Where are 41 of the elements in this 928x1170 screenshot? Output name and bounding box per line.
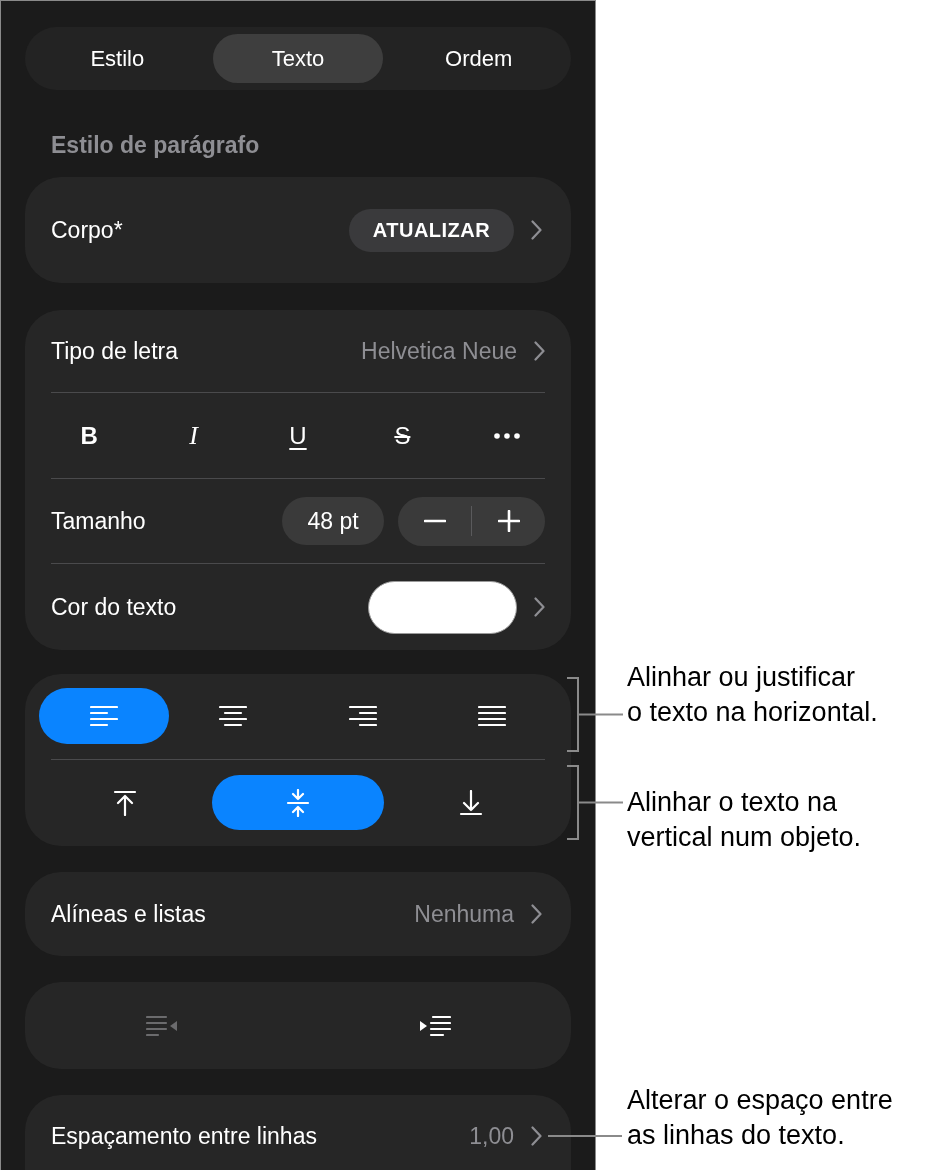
italic-button[interactable]: I [163, 410, 224, 461]
setting-label: Tamanho [51, 506, 146, 536]
size-field[interactable]: 48 pt [282, 497, 384, 545]
strikethrough-button[interactable]: S [372, 410, 433, 461]
color-swatch-icon[interactable] [368, 580, 517, 634]
more-icon [493, 432, 520, 439]
setting-label: Tipo de letra [51, 336, 178, 366]
setting-label: Espaçamento entre linhas [51, 1121, 317, 1151]
callout-text: Alinhar o texto na vertical num objeto. [627, 786, 862, 854]
chevron-icon[interactable] [531, 1126, 542, 1146]
tab[interactable]: Estilo [32, 34, 203, 83]
setting-value: 1,00 [469, 1121, 514, 1151]
chevron-icon[interactable] [531, 220, 542, 240]
minus-icon [423, 519, 446, 523]
setting-value: Helvetica Neue [361, 336, 517, 366]
callout-text: Alterar o espaço entre as linhas do texto. [627, 1084, 893, 1152]
section-header: Estilo de parágrafo [51, 131, 260, 159]
decrease-indent-icon [145, 1014, 178, 1037]
bold-button[interactable]: B [59, 410, 120, 461]
chevron-icon[interactable] [534, 597, 545, 617]
setting-value: Nenhuma [414, 899, 514, 929]
tab[interactable]: Texto [212, 34, 384, 83]
chevron-icon[interactable] [534, 341, 545, 361]
increase-indent-icon [418, 1014, 451, 1037]
underline-button[interactable]: U [268, 410, 328, 461]
align-left-icon [89, 705, 118, 727]
justify-icon [478, 705, 507, 727]
setting-label: Cor do texto [51, 592, 177, 622]
update-button[interactable]: ATUALIZAR [349, 208, 514, 252]
setting-label: Alíneas e listas [51, 899, 206, 929]
align-left-button[interactable] [39, 688, 169, 744]
style-name: Corpo* [51, 215, 123, 245]
tab[interactable]: Ordem [393, 34, 564, 83]
align-top-icon [113, 789, 138, 816]
align-right-icon [348, 705, 377, 727]
align-bottom-icon [458, 789, 483, 816]
plus-icon [497, 510, 520, 532]
align-center-icon [219, 705, 248, 727]
chevron-icon[interactable] [531, 904, 542, 924]
callout-text: Alinhar ou justificar o texto na horizontal. [627, 661, 878, 729]
align-middle-icon [286, 788, 310, 817]
